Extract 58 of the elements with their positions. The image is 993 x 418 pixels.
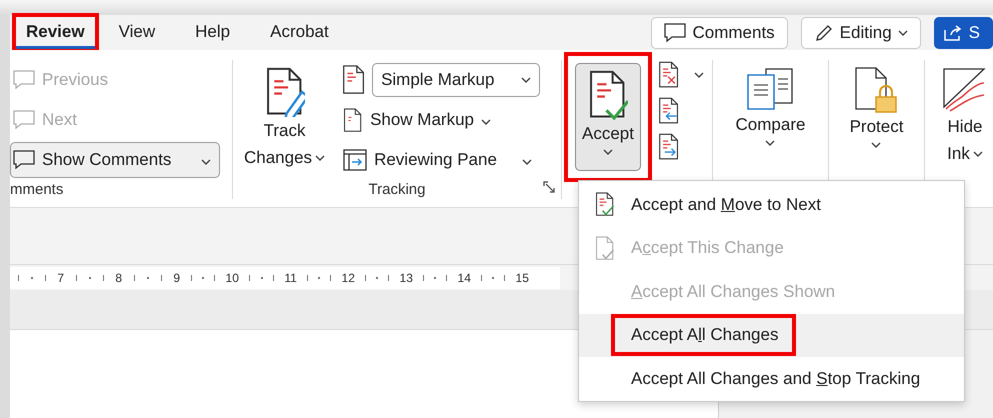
chevron-down-icon: [315, 154, 326, 161]
editing-button[interactable]: Editing: [800, 16, 921, 48]
chevron-down-icon: [972, 150, 983, 157]
ruler-number: 11: [284, 270, 297, 284]
ink-button[interactable]: Hide Ink: [935, 60, 993, 172]
chevron-down-icon: [603, 148, 613, 155]
reviewing-pane-button[interactable]: Reviewing Pane: [340, 142, 541, 178]
previous-change-icon: [658, 96, 680, 126]
speech-bubble-icon: [664, 22, 686, 42]
share-button[interactable]: S: [934, 16, 993, 48]
compare-documents-icon: [746, 67, 794, 111]
accept-button[interactable]: Accept: [575, 63, 641, 171]
dialog-launcher-icon: [543, 181, 555, 193]
track-changes-button[interactable]: Track Changes: [237, 60, 332, 176]
show-markup-button[interactable]: Show Markup: [340, 102, 541, 138]
ruler-number: 15: [516, 270, 529, 284]
accept-document-icon: [595, 192, 615, 218]
ruler-number: 13: [400, 270, 413, 284]
ruler-number: 7: [57, 270, 64, 284]
ink-icon: [942, 67, 988, 113]
chevron-down-icon: [522, 159, 532, 165]
compare-button[interactable]: Compare: [728, 60, 812, 151]
comments-button[interactable]: Comments: [651, 16, 788, 48]
chevron-down-icon: [521, 77, 532, 83]
accept-document-icon: [588, 70, 628, 120]
ribbon-tab[interactable]: View: [108, 16, 166, 48]
chevron-down-icon: [871, 142, 882, 148]
next-change-icon: [658, 132, 680, 162]
share-icon: [942, 24, 963, 42]
ruler-number: 9: [173, 270, 180, 284]
accept-document-icon: [595, 236, 615, 261]
ribbon-tab[interactable]: Help: [185, 16, 240, 48]
show-comments-button[interactable]: Show Comments: [10, 142, 220, 178]
ruler-number: 8: [115, 270, 122, 284]
protect-button[interactable]: Protect: [842, 60, 910, 153]
chevron-down-icon: [898, 30, 908, 36]
pencil-icon: [814, 22, 834, 42]
markup-select[interactable]: Simple Markup: [372, 63, 540, 97]
chevron-down-icon: [481, 119, 491, 125]
speech-bubble-icon: [13, 150, 35, 170]
document-pencil-icon: [264, 67, 305, 117]
pane-icon: [343, 149, 368, 171]
menu-item[interactable]: Accept All Changes and Stop Tracking: [631, 362, 920, 396]
ruler-number: 14: [458, 270, 471, 284]
chevron-down-icon: [201, 159, 211, 165]
chevron-down-icon: [765, 140, 776, 146]
ribbon-tab[interactable]: Acrobat: [260, 16, 339, 48]
speech-bubble-icon: [13, 70, 35, 90]
document-icon: [343, 108, 364, 132]
speech-bubble-icon: [13, 110, 35, 130]
reject-document-icon: [658, 60, 680, 90]
group-label: Tracking: [368, 180, 426, 199]
ruler-number: 10: [226, 270, 239, 284]
group-label: mments: [10, 180, 64, 199]
locked-document-icon: [854, 67, 898, 113]
menu-item[interactable]: Accept and Move to Next: [631, 188, 821, 222]
ruler-number: 12: [342, 270, 355, 284]
chevron-down-icon: [694, 72, 704, 78]
